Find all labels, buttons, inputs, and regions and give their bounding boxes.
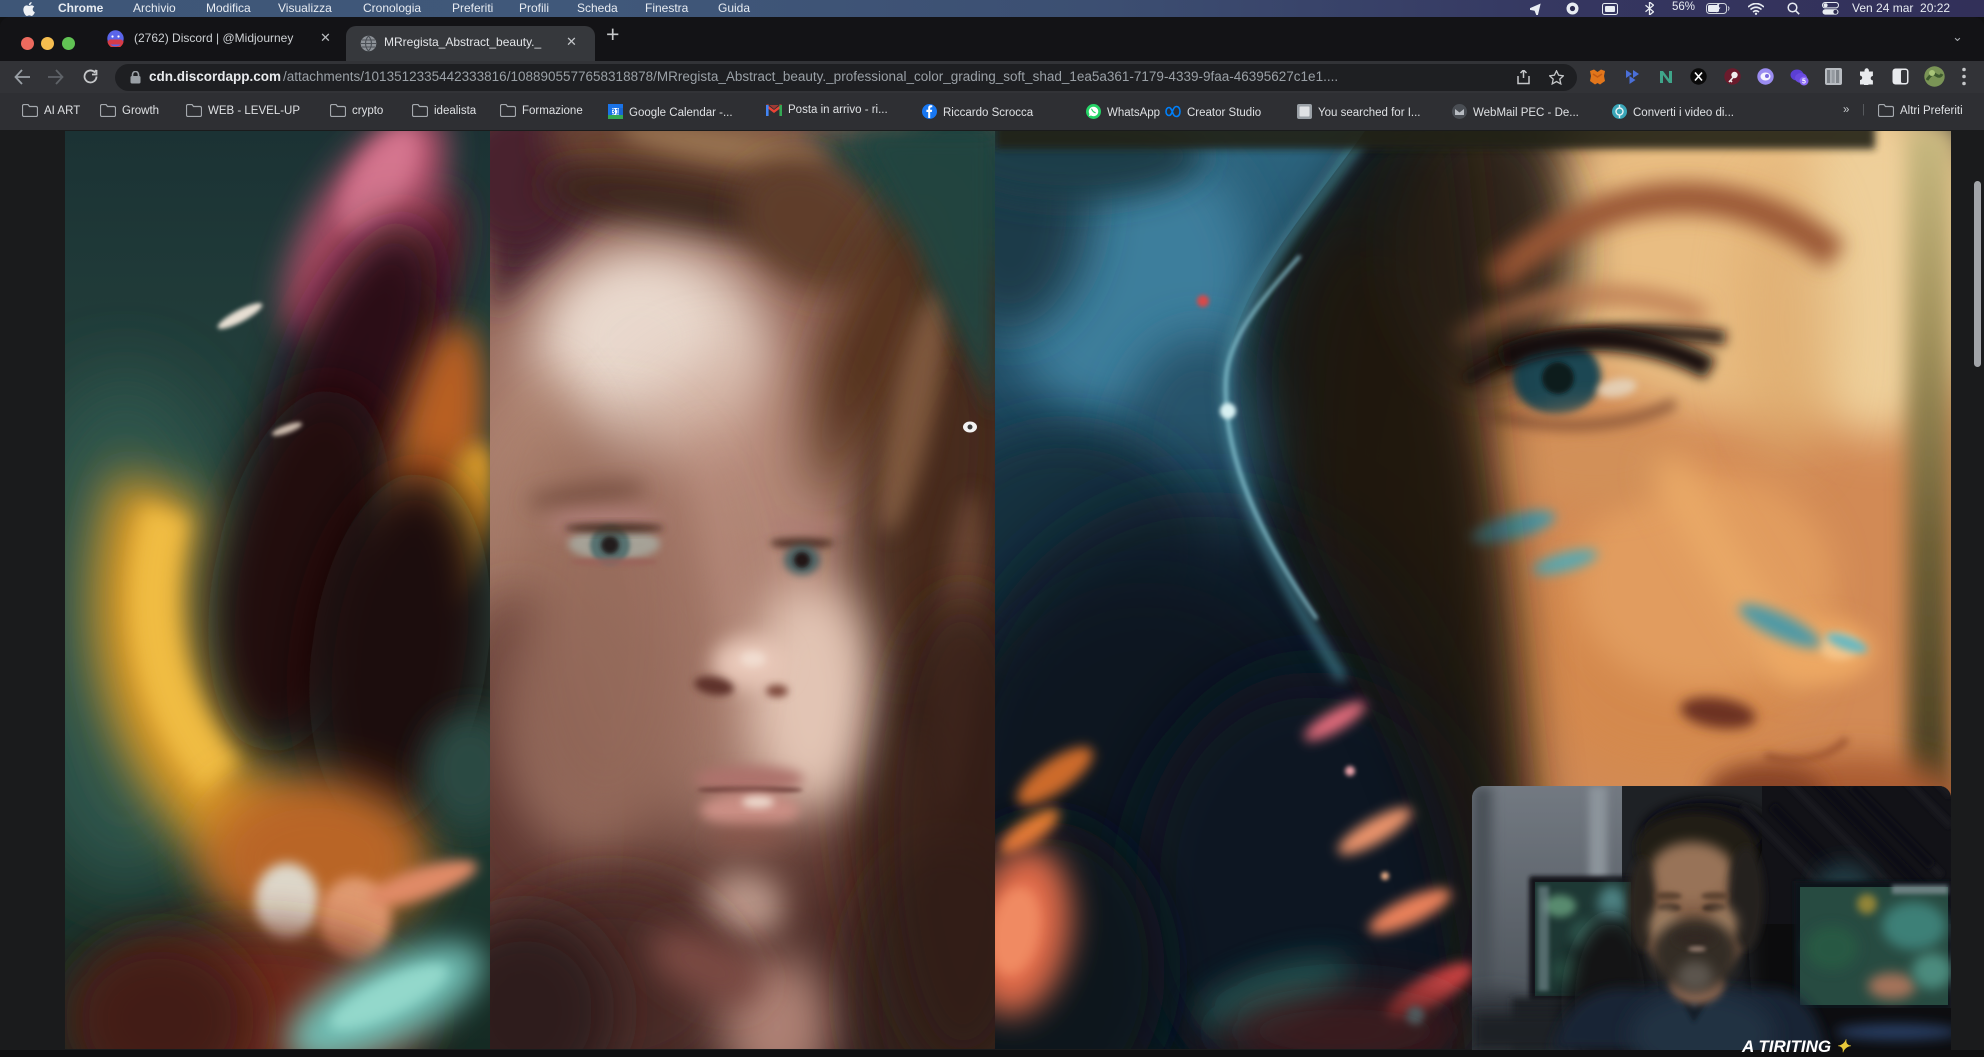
svg-text:5: 5 — [1802, 79, 1806, 86]
svg-text:31: 31 — [611, 108, 620, 117]
